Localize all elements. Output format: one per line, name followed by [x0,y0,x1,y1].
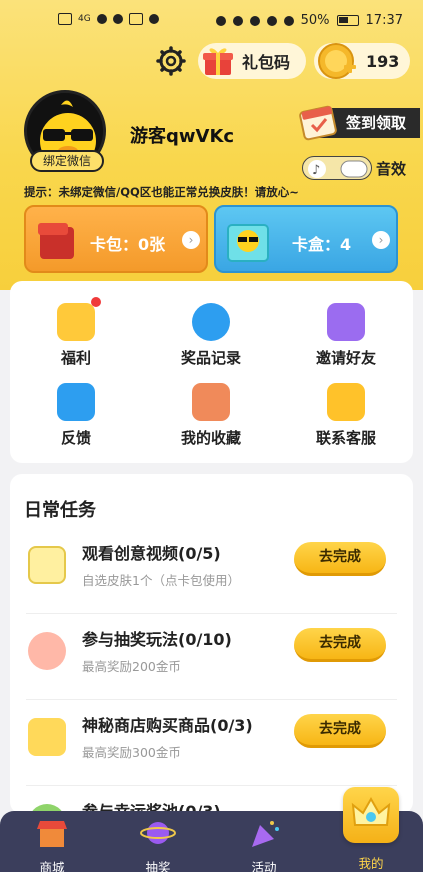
card-box-button[interactable]: 卡盒：4 › [214,205,398,273]
grid-label: 我的收藏 [180,429,241,447]
grid-label: 奖品记录 [180,349,241,367]
clock: 17:37 [365,13,403,28]
gift-code-button[interactable]: 礼包码 [198,43,306,79]
grid-label: 联系客服 [315,429,376,447]
bind-wechat-badge[interactable]: 绑定微信 [30,150,104,172]
nav-item-activity[interactable]: 活动 [224,811,304,872]
go-complete-button[interactable]: 去完成 [294,542,386,576]
grid-label: 邀请好友 [315,349,376,367]
tasks-title: 日常任务 [24,500,96,521]
chevron-right-icon: › [182,231,200,249]
signal-icon [96,14,107,24]
lottery-task-icon [28,632,66,670]
nav-label: 商城 [39,860,65,872]
chevron-right-icon: › [372,231,390,249]
gift-box-icon [57,297,101,341]
box-icon [227,224,269,262]
service-icon [327,383,365,421]
grid-item-customer-service[interactable]: 联系客服 [286,383,406,448]
calendar-icon [299,105,337,141]
task-subtitle: 最高奖励300金币 [82,745,181,760]
shop-task-icon [28,718,66,756]
status-left: 4G [58,13,159,25]
shop-icon [37,821,67,847]
gift-code-label: 礼包码 [242,53,291,72]
card-bag-button[interactable]: 卡包：0张 › [24,205,208,273]
username: 游客qwVKc [130,126,235,147]
favorite-icon [192,383,230,421]
video-task-icon [28,546,66,584]
nav-label: 我的 [358,856,384,871]
settings-gear-icon[interactable] [156,46,186,76]
card-box-label: 卡盒：4 [292,235,352,254]
bluetooth-icon [249,15,260,26]
coin-count: 193 [366,51,400,71]
crown-icon[interactable] [343,787,399,843]
crown-badge-icon [351,796,391,826]
eye-icon [215,15,226,26]
battery-percent: 50% [300,13,330,28]
app-notification-icon [128,13,143,25]
grid-item-feedback[interactable]: 反馈 [16,383,136,448]
nav-label: 活动 [251,860,277,872]
grid-label: 反馈 [60,429,91,447]
record-icon [192,303,230,341]
coin-balance-button[interactable]: 193 [314,43,410,79]
grid-item-prize-record[interactable]: 奖品记录 [151,303,271,368]
go-complete-button[interactable]: 去完成 [294,714,386,748]
task-subtitle: 自选皮肤1个（点卡包使用） [82,573,240,588]
task-title: 观看创意视频(0/5) [82,544,221,563]
card-bag-label: 卡包：0张 [90,235,166,254]
coin-add-icon [318,43,356,79]
wifi-icon [112,14,123,24]
planet-icon [140,822,176,844]
notification-dot [91,297,101,307]
status-bar: 4G 50% 17:37 [0,0,423,40]
task-row: 观看创意视频(0/5) 自选皮肤1个（点卡包使用） 去完成 [10,528,413,614]
alarm-icon [232,15,243,26]
network-label: 4G [78,14,91,24]
location-icon [266,15,277,26]
party-popper-icon [252,821,279,847]
status-right: 50% 17:37 [215,13,403,28]
music-note-icon: ♪ [308,160,368,178]
task-row: 参与抽奖玩法(0/10) 最高奖励200金币 去完成 [10,614,413,700]
svg-text:♪: ♪ [312,163,320,178]
sound-label: 音效 [376,160,407,178]
invite-icon [327,303,365,341]
vibrate-icon [283,15,294,26]
nav-item-mall[interactable]: 商城 [12,811,92,872]
task-title: 神秘商店购买商品(0/3) [82,716,253,735]
chat-icon [57,383,95,421]
bind-tip: 提示：未绑定微信/QQ区也能正常兑换皮肤！请放心~ [24,185,299,199]
gift-icon [203,48,233,75]
battery-icon [336,15,359,26]
task-title: 参与抽奖玩法(0/10) [82,630,232,649]
nav-item-lottery[interactable]: 抽奖 [118,811,198,872]
sound-toggle[interactable]: ♪ [302,156,372,180]
task-row: 神秘商店购买商品(0/3) 最高奖励300金币 去完成 [10,700,413,786]
hd-icon [58,13,72,25]
function-grid: 福利 奖品记录 邀请好友 反馈 我的收藏 联系客服 [10,281,413,463]
grid-item-favorites[interactable]: 我的收藏 [151,383,271,448]
notification-icon [148,14,159,24]
grid-item-invite[interactable]: 邀请好友 [286,303,406,368]
grid-label: 福利 [60,349,91,367]
go-complete-button[interactable]: 去完成 [294,628,386,662]
wallet-icon [38,223,74,259]
task-subtitle: 最高奖励200金币 [82,659,181,674]
nav-label: 抽奖 [145,860,171,872]
grid-item-welfare[interactable]: 福利 [16,297,136,368]
